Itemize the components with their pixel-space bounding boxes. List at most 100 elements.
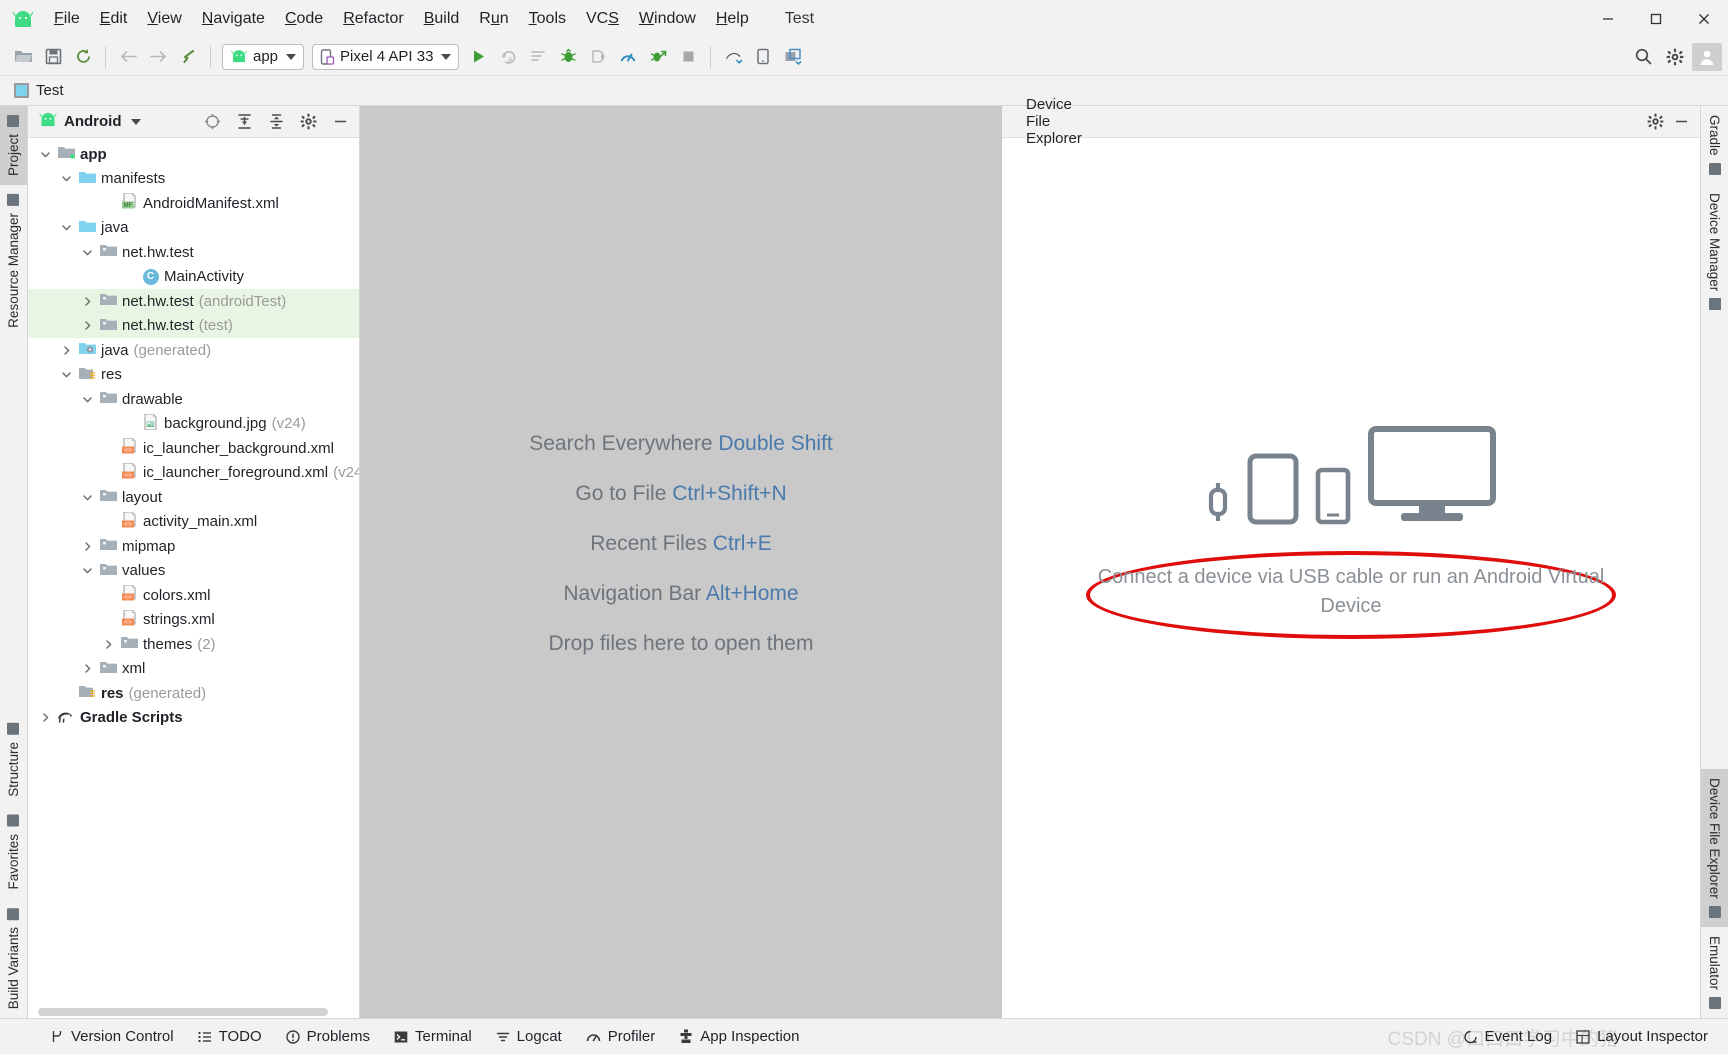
chevron-down-icon[interactable] [130,118,141,125]
menu-item-run[interactable]: Run [469,7,518,31]
tree-node-mainactivity[interactable]: C MainActivity [28,265,359,290]
rail-item-project[interactable]: Project [0,106,27,186]
project-tree[interactable]: app manifests MF AndroidManifest.xml java net… [28,138,359,1006]
menu-item-refactor[interactable]: Refactor [333,7,413,31]
avatar-icon[interactable] [1692,42,1722,71]
rail-item-device-manager[interactable]: Device Manager [1701,184,1728,319]
chevron-down-icon[interactable] [80,563,95,578]
sdk-manager-icon[interactable] [778,43,808,71]
chevron-down-icon[interactable] [80,490,95,505]
open-folder-icon[interactable] [8,43,38,71]
menu-item-file[interactable]: File [44,7,90,31]
editor-area[interactable]: Search Everywhere Double Shift Go to File… [360,106,1002,1018]
statusbar-event-log[interactable]: Event Log [1452,1024,1565,1049]
gear-icon[interactable] [1660,43,1690,71]
statusbar-profiler[interactable]: Profiler [574,1024,668,1049]
forward-arrow-icon[interactable] [143,43,173,71]
save-all-icon[interactable] [38,43,68,71]
tree-node-java[interactable]: java (generated) [28,338,359,363]
minimize-icon[interactable] [1584,0,1632,38]
rail-item-structure[interactable]: Structure [0,714,27,806]
gear-icon[interactable] [295,110,321,134]
rail-item-device-file-explorer[interactable]: Device File Explorer [1701,769,1728,927]
tree-node-androidmanifest-xml[interactable]: MF AndroidManifest.xml [28,191,359,216]
chevron-right-icon[interactable] [59,343,74,358]
statusbar-version-control[interactable]: Version Control [38,1024,186,1049]
attach-debugger-icon[interactable] [583,43,613,71]
chevron-right-icon[interactable] [38,710,53,725]
tree-node-manifests[interactable]: manifests [28,167,359,192]
statusbar-app-inspection[interactable]: App Inspection [667,1024,811,1049]
menu-item-help[interactable]: Help [706,7,759,31]
chevron-right-icon[interactable] [101,637,116,652]
chevron-down-icon[interactable] [80,392,95,407]
tree-node-layout[interactable]: layout [28,485,359,510]
tree-node-net-hw-test[interactable]: net.hw.test (test) [28,313,359,338]
tree-node-background-jpg[interactable]: background.jpg (v24) [28,412,359,437]
collapse-all-icon[interactable] [263,110,289,134]
tree-node-activity-main-xml[interactable]: <> activity_main.xml [28,510,359,535]
tree-node-res[interactable]: res (generated) [28,681,359,706]
tree-node-mipmap[interactable]: mipmap [28,534,359,559]
tree-node-xml[interactable]: xml [28,657,359,682]
apply-code-changes-icon[interactable] [523,43,553,71]
project-view-selector-label[interactable]: Android [64,113,122,130]
statusbar-problems[interactable]: Problems [274,1024,382,1049]
rail-item-gradle[interactable]: Gradle [1701,106,1728,184]
menu-item-window[interactable]: Window [629,7,706,31]
tree-node-app[interactable]: app [28,142,359,167]
menu-item-edit[interactable]: Edit [90,7,138,31]
expand-all-icon[interactable] [231,110,257,134]
avd-manager-icon[interactable] [748,43,778,71]
maximize-icon[interactable] [1632,0,1680,38]
last-edit-location-icon[interactable] [173,43,203,71]
device-selector[interactable]: Pixel 4 API 33 [312,43,460,70]
chevron-down-icon[interactable] [80,245,95,260]
chevron-right-icon[interactable] [80,318,95,333]
tree-node-values[interactable]: values [28,559,359,584]
profiler-icon[interactable] [613,43,643,71]
tree-node-strings-xml[interactable]: <> strings.xml [28,608,359,633]
rail-item-favorites[interactable]: Favorites [0,806,27,899]
breadcrumb[interactable]: Test [36,82,64,99]
chevron-down-icon[interactable] [59,367,74,382]
statusbar-todo[interactable]: TODO [186,1024,274,1049]
tree-node-ic-launcher-foreground-xml[interactable]: <> ic_launcher_foreground.xml (v24) [28,461,359,486]
tree-node-themes[interactable]: themes (2) [28,632,359,657]
statusbar-logcat[interactable]: Logcat [484,1024,574,1049]
run-icon[interactable] [463,43,493,71]
debug-icon[interactable] [553,43,583,71]
scrollbar-thumb[interactable] [38,1008,328,1016]
menu-item-navigate[interactable]: Navigate [192,7,275,31]
tree-node-res[interactable]: res [28,363,359,388]
tree-node-colors-xml[interactable]: <> colors.xml [28,583,359,608]
hide-icon[interactable] [327,110,353,134]
chevron-right-icon[interactable] [80,539,95,554]
rail-item-build-variants[interactable]: Build Variants [0,899,27,1018]
chevron-down-icon[interactable] [59,171,74,186]
sync-project-icon[interactable] [68,43,98,71]
tree-node-ic-launcher-background-xml[interactable]: <> ic_launcher_background.xml [28,436,359,461]
rail-item-resource-manager[interactable]: Resource Manager [0,185,27,337]
menu-item-tools[interactable]: Tools [519,7,576,31]
sync-gradle-icon[interactable] [718,43,748,71]
menu-item-view[interactable]: View [137,7,191,31]
tree-node-gradle-scripts[interactable]: Gradle Scripts [28,706,359,731]
chevron-right-icon[interactable] [80,294,95,309]
run-with-coverage-icon[interactable] [643,43,673,71]
rail-item-emulator[interactable]: Emulator [1701,927,1728,1018]
gear-icon[interactable] [1642,110,1668,134]
apply-changes-and-restart-icon[interactable]: A [493,43,523,71]
select-opened-file-icon[interactable] [199,110,225,134]
back-arrow-icon[interactable] [113,43,143,71]
stop-icon[interactable] [673,43,703,71]
chevron-down-icon[interactable] [59,220,74,235]
module-selector[interactable]: app [222,43,305,70]
menu-item-vcs[interactable]: VCS [576,7,629,31]
statusbar-layout-inspector[interactable]: Layout Inspector [1564,1024,1720,1049]
tree-node-drawable[interactable]: drawable [28,387,359,412]
tree-node-net-hw-test[interactable]: net.hw.test (androidTest) [28,289,359,314]
menu-item-code[interactable]: Code [275,7,333,31]
close-icon[interactable] [1680,0,1728,38]
project-tree-hscrollbar[interactable] [28,1006,359,1018]
